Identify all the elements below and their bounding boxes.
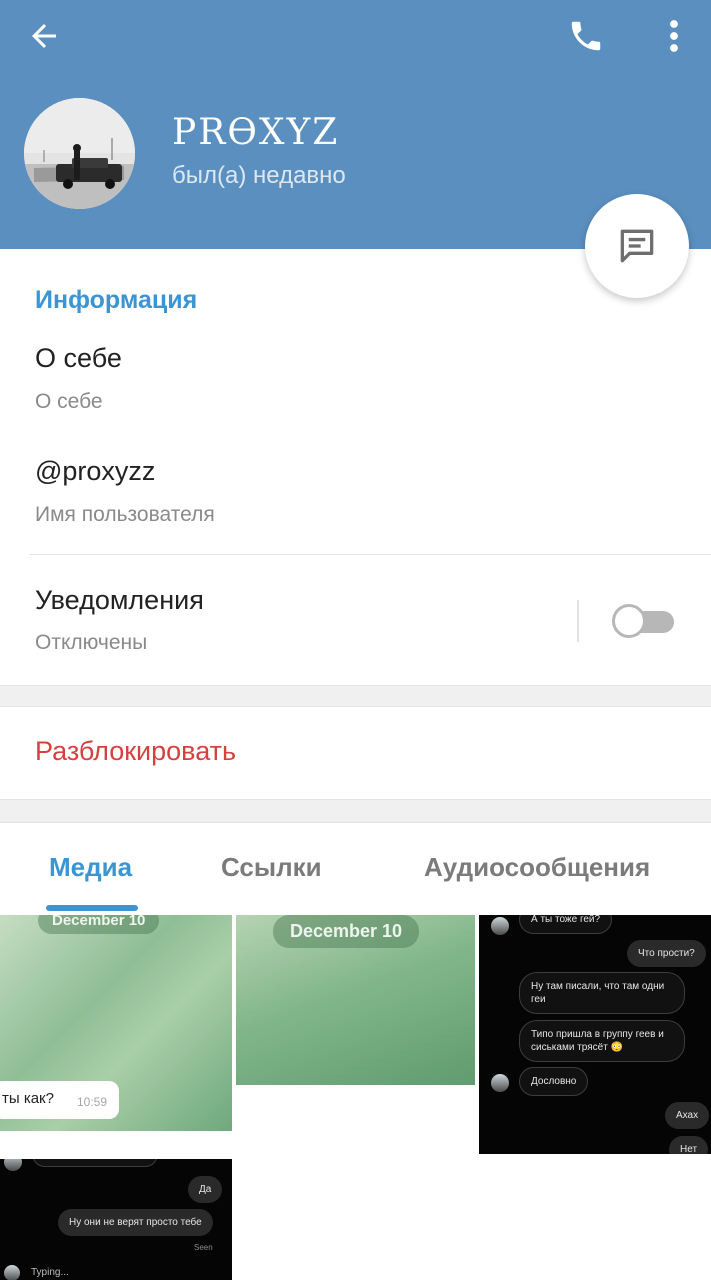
avatar (4, 1265, 20, 1280)
avatar (4, 1159, 22, 1171)
bio-value[interactable]: О себе (35, 343, 122, 374)
chat-message: Да (188, 1176, 223, 1203)
section-gap (0, 685, 711, 707)
media-thumbnail[interactable]: Да Ну они не верят просто тебе Seen Typi… (0, 1159, 232, 1280)
chat-message: Ну они не верят просто тебе (58, 1209, 213, 1236)
avatar (491, 917, 509, 935)
section-gap (0, 799, 711, 823)
tab-links[interactable]: Ссылки (221, 852, 322, 883)
tab-voice-messages[interactable]: Аудиосообщения (424, 852, 650, 883)
chat-message: Ну там писали, что там одни геи (519, 972, 685, 1014)
typing-indicator: Typing... (31, 1267, 69, 1278)
send-message-button[interactable] (585, 194, 689, 298)
seen-indicator: Seen (194, 1243, 213, 1252)
more-options-button[interactable] (646, 6, 702, 66)
back-button[interactable] (14, 6, 74, 66)
message-bubble: ты как? 10:59 (0, 1081, 119, 1119)
arrow-left-icon (32, 24, 56, 48)
chat-message: Типо пришла в группу геев и сиськами тря… (519, 1020, 685, 1062)
notifications-toggle[interactable] (612, 604, 674, 638)
chat-message: Ахах (665, 1102, 710, 1129)
chat-message: А ты тоже гей? (519, 915, 613, 934)
profile-screen: PRӨXYZ был(а) недавно Информация О себе … (0, 0, 711, 1280)
phone-icon (571, 21, 601, 51)
chat-message (32, 1159, 158, 1167)
last-seen-status: был(а) недавно (172, 162, 346, 189)
toggle-thumb (612, 604, 646, 638)
date-pill: December 10 (38, 915, 160, 934)
message-icon (620, 229, 654, 263)
date-pill: December 10 (273, 915, 420, 948)
notifications-label[interactable]: Уведомления (35, 585, 204, 616)
profile-name: PRӨXYZ (172, 112, 340, 153)
info-section-title: Информация (35, 286, 198, 314)
tab-media[interactable]: Медиа (49, 852, 132, 883)
divider (29, 554, 711, 555)
call-button[interactable] (556, 6, 616, 66)
media-thumbnail[interactable]: December 10 ты как? 10:59 (0, 915, 232, 1131)
notifications-status: Отключены (35, 631, 148, 654)
message-text: ты как? (2, 1090, 54, 1107)
chat-message: Что прости? (627, 940, 706, 967)
username-label: Имя пользователя (35, 503, 215, 526)
avatar (491, 1074, 509, 1092)
vertical-separator (577, 600, 579, 642)
media-thumbnail[interactable]: А ты тоже гей? Что прости? Ну там писали… (479, 915, 711, 1154)
bio-label: О себе (35, 390, 103, 413)
username-value[interactable]: @proxyzz (35, 456, 155, 487)
avatar[interactable] (24, 98, 135, 209)
active-tab-indicator (46, 905, 138, 911)
avatar-photo (24, 98, 135, 209)
message-time: 10:59 (76, 1095, 107, 1109)
chat-message: Нет (669, 1136, 709, 1154)
more-vertical-icon (670, 20, 678, 52)
unblock-button[interactable]: Разблокировать (35, 736, 236, 767)
chat-message: Дословно (519, 1067, 589, 1096)
media-thumbnail[interactable]: December 10 (236, 915, 475, 1085)
